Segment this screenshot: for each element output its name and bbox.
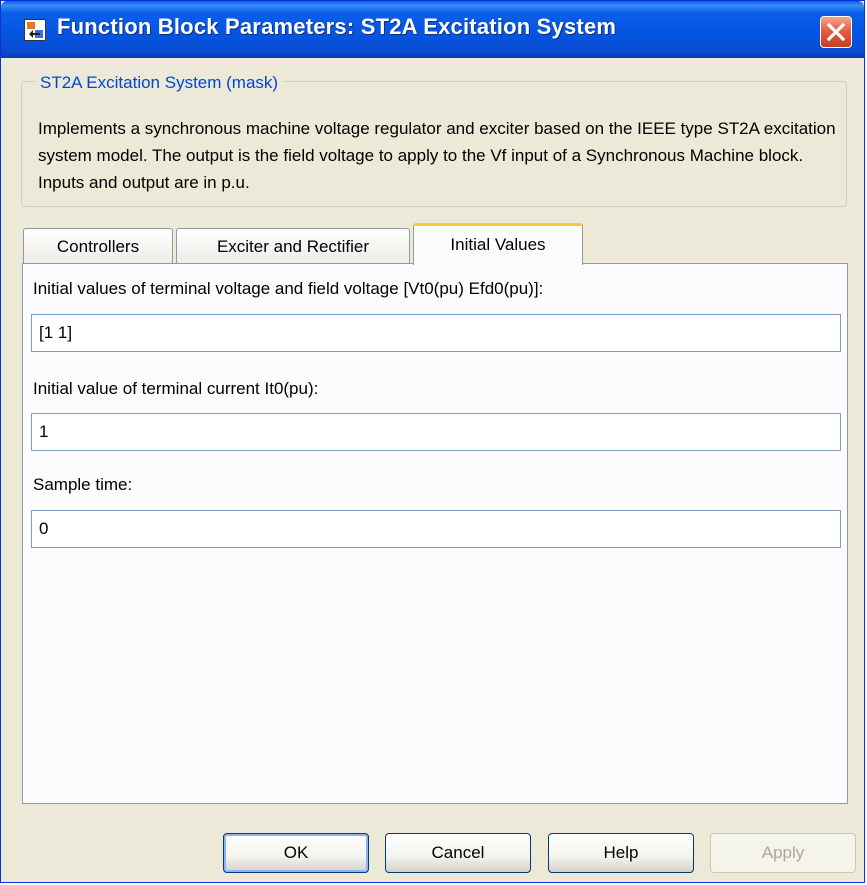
sample-time-label: Sample time: (33, 475, 133, 494)
help-button[interactable]: Help (548, 833, 694, 873)
tab-controllers[interactable]: Controllers (23, 228, 173, 264)
dialog-window: Function Block Parameters: ST2A Excitati… (0, 0, 865, 883)
tab-exciter-and-rectifier[interactable]: Exciter and Rectifier (176, 228, 410, 264)
initial-it-input[interactable] (31, 413, 841, 451)
mask-description: Implements a synchronous machine voltage… (38, 119, 836, 192)
initial-vt-efd-label: Initial values of terminal voltage and f… (33, 279, 544, 298)
window-title: Function Block Parameters: ST2A Excitati… (57, 14, 617, 39)
tab-initial-values[interactable]: Initial Values (413, 223, 583, 265)
cancel-button[interactable]: Cancel (385, 833, 531, 873)
sample-time-input[interactable] (31, 510, 841, 548)
ok-button[interactable]: OK (223, 833, 369, 873)
initial-vt-efd-input[interactable] (31, 314, 841, 352)
close-button[interactable] (820, 16, 852, 48)
title-bar[interactable]: Function Block Parameters: ST2A Excitati… (1, 1, 864, 58)
simulink-block-icon (24, 19, 46, 41)
mask-legend: ST2A Excitation System (mask) (35, 73, 284, 93)
apply-button[interactable]: Apply (710, 833, 856, 873)
initial-it-label: Initial value of terminal current It0(pu… (33, 379, 319, 398)
